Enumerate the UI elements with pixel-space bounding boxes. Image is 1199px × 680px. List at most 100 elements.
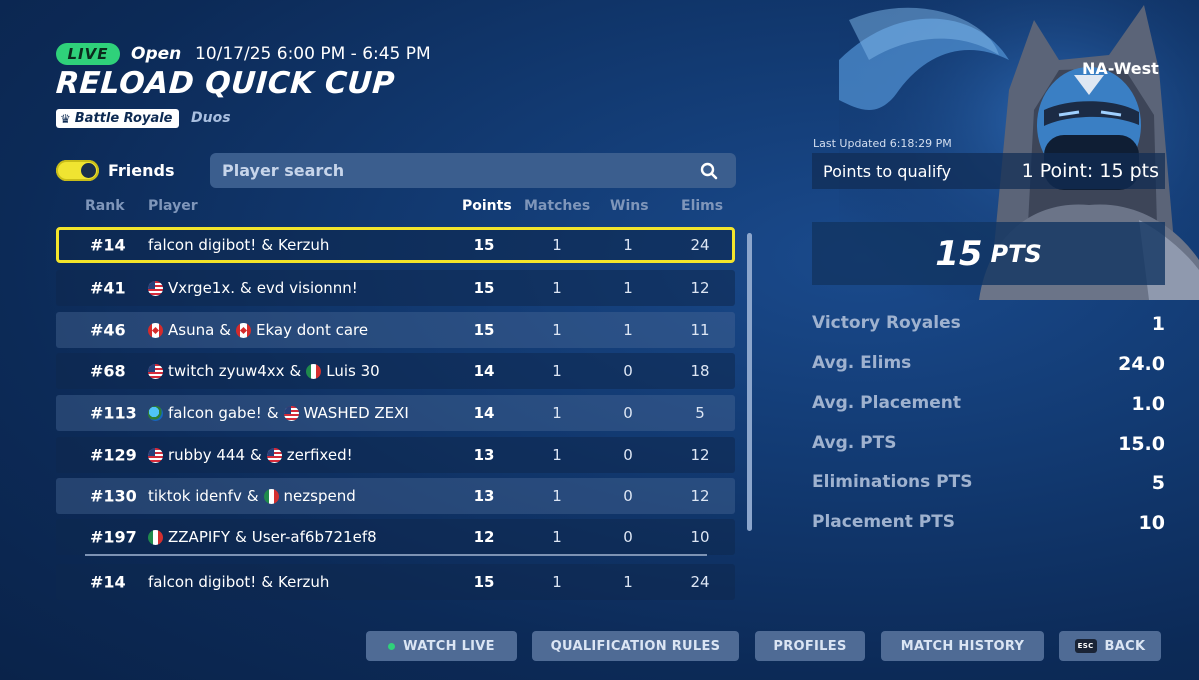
row-players: falcon digibot! & Kerzuh <box>148 236 329 254</box>
row-matches: 1 <box>552 404 562 422</box>
match-history-button[interactable]: MATCH HISTORY <box>881 631 1044 661</box>
p2-flag-icon <box>266 447 282 463</box>
player-separator: & <box>219 321 231 339</box>
live-dot-icon <box>388 642 396 650</box>
table-row[interactable]: #129 rubby 444 & zerfixed! 13 1 0 12 <box>56 437 735 473</box>
row-matches: 1 <box>552 236 562 254</box>
row-wins: 0 <box>623 362 633 380</box>
stat-eliminations-pts: Eliminations PTS 5 <box>812 472 1165 496</box>
region-label: NA-West <box>1082 59 1159 78</box>
column-header-wins[interactable]: Wins <box>610 198 649 214</box>
row-points: 15 <box>473 236 495 254</box>
row-points: 12 <box>473 528 495 546</box>
profiles-button[interactable]: PROFILES <box>755 631 865 661</box>
row-rank: #14 <box>90 235 126 255</box>
player-separator: & <box>261 236 274 254</box>
player-two-name: nezspend <box>283 487 356 505</box>
pinned-player-row[interactable]: #14 falcon digibot! & Kerzuh 15 1 1 24 <box>56 564 735 600</box>
row-elims: 12 <box>690 446 710 464</box>
table-row[interactable]: #130 tiktok idenfv & nezspend 13 1 0 12 <box>56 478 735 514</box>
p1-flag-icon <box>148 363 163 379</box>
stat-value: 5 <box>1151 472 1165 494</box>
row-points: 13 <box>473 487 495 505</box>
player-separator: & <box>289 362 302 380</box>
player-one-name: ZZAPIFY <box>168 528 231 546</box>
total-points-unit: PTS <box>990 239 1042 268</box>
player-two-name: User-af6b721ef8 <box>251 528 377 546</box>
stat-victory-royales: Victory Royales 1 <box>812 313 1165 337</box>
row-players: Asuna & Ekay dont care <box>148 321 368 339</box>
stat-value: 24.0 <box>1118 353 1165 375</box>
p2-flag-icon <box>263 488 279 504</box>
p1-flag-icon <box>148 529 163 545</box>
row-elims: 11 <box>690 321 710 339</box>
friends-label: Friends <box>108 161 175 180</box>
table-row-selected[interactable]: #14 falcon digibot! & Kerzuh 15 1 1 24 <box>56 227 735 263</box>
player-separator: & <box>235 528 247 546</box>
table-row[interactable]: #41 Vxrge1x. & evd visionnn! 15 1 1 12 <box>56 270 735 306</box>
player-two-name: Kerzuh <box>278 236 330 254</box>
row-points: 14 <box>473 362 495 380</box>
stat-label: Avg. Elims <box>812 353 912 373</box>
p1-flag-icon <box>148 322 163 338</box>
player-one-name: Vxrge1x. <box>168 279 235 297</box>
scrollbar-thumb[interactable] <box>747 233 752 531</box>
column-header-player[interactable]: Player <box>148 198 198 214</box>
qualification-rules-button[interactable]: QUALIFICATION RULES <box>532 631 739 661</box>
row-points: 15 <box>473 321 495 339</box>
stat-avg-placement: Avg. Placement 1.0 <box>812 393 1165 417</box>
p2-flag-icon <box>306 363 322 379</box>
qualify-label: Points to qualify <box>823 161 952 181</box>
column-header-elims[interactable]: Elims <box>681 198 723 214</box>
profiles-label: PROFILES <box>773 638 847 654</box>
row-rank: #68 <box>90 361 126 381</box>
table-divider <box>85 554 707 556</box>
event-title: RELOAD QUICK CUP <box>54 66 397 101</box>
row-players: falcon gabe! & WASHED ZEXI <box>148 404 409 422</box>
search-icon[interactable] <box>700 162 718 180</box>
row-wins: 0 <box>623 446 633 464</box>
table-row[interactable]: #68 twitch zyuw4xx & Luis 30 14 1 0 18 <box>56 353 735 389</box>
crown-icon: ♛ <box>60 111 71 126</box>
player-one-name: Asuna <box>168 321 215 339</box>
row-elims: 12 <box>690 279 710 297</box>
player-two-name: Ekay dont care <box>256 321 369 339</box>
table-row[interactable]: #113 falcon gabe! & WASHED ZEXI 14 1 0 5 <box>56 395 735 431</box>
qualification-rules-label: QUALIFICATION RULES <box>550 638 721 654</box>
row-matches: 1 <box>552 446 562 464</box>
stat-avg-pts: Avg. PTS 15.0 <box>812 433 1165 457</box>
watch-live-button[interactable]: WATCH LIVE <box>366 631 517 661</box>
stat-value: 1 <box>1151 313 1165 335</box>
row-wins: 0 <box>623 487 633 505</box>
p1-flag-icon <box>148 405 163 421</box>
row-points: 13 <box>473 446 495 464</box>
row-elims: 24 <box>690 236 710 254</box>
stat-label: Avg. Placement <box>812 393 962 413</box>
row-matches: 1 <box>552 528 562 546</box>
player-one-name: rubby 444 <box>168 446 245 464</box>
p2-flag-icon <box>283 405 299 421</box>
total-points-panel: 15 PTS <box>812 222 1165 285</box>
row-points: 15 <box>473 573 495 591</box>
row-rank: #41 <box>90 278 126 298</box>
row-matches: 1 <box>552 279 562 297</box>
column-header-rank[interactable]: Rank <box>85 198 125 214</box>
column-header-points[interactable]: Points <box>462 198 512 214</box>
player-search-input[interactable]: Player search <box>210 153 736 188</box>
player-one-name: falcon gabe! <box>168 404 262 422</box>
row-matches: 1 <box>552 362 562 380</box>
back-button[interactable]: ESC BACK <box>1059 631 1161 661</box>
row-elims: 18 <box>690 362 710 380</box>
table-row[interactable]: #197 ZZAPIFY & User-af6b721ef8 12 1 0 10 <box>56 519 735 555</box>
player-separator: & <box>246 487 259 505</box>
stat-avg-elims: Avg. Elims 24.0 <box>812 353 1165 377</box>
player-separator: & <box>239 279 252 297</box>
row-matches: 1 <box>552 487 562 505</box>
row-elims: 12 <box>690 487 710 505</box>
row-wins: 0 <box>623 528 633 546</box>
friends-toggle[interactable] <box>56 160 99 181</box>
stat-value: 15.0 <box>1118 433 1165 455</box>
row-wins: 0 <box>623 404 633 422</box>
table-row[interactable]: #46 Asuna & Ekay dont care 15 1 1 11 <box>56 312 735 348</box>
column-header-matches[interactable]: Matches <box>524 198 590 214</box>
